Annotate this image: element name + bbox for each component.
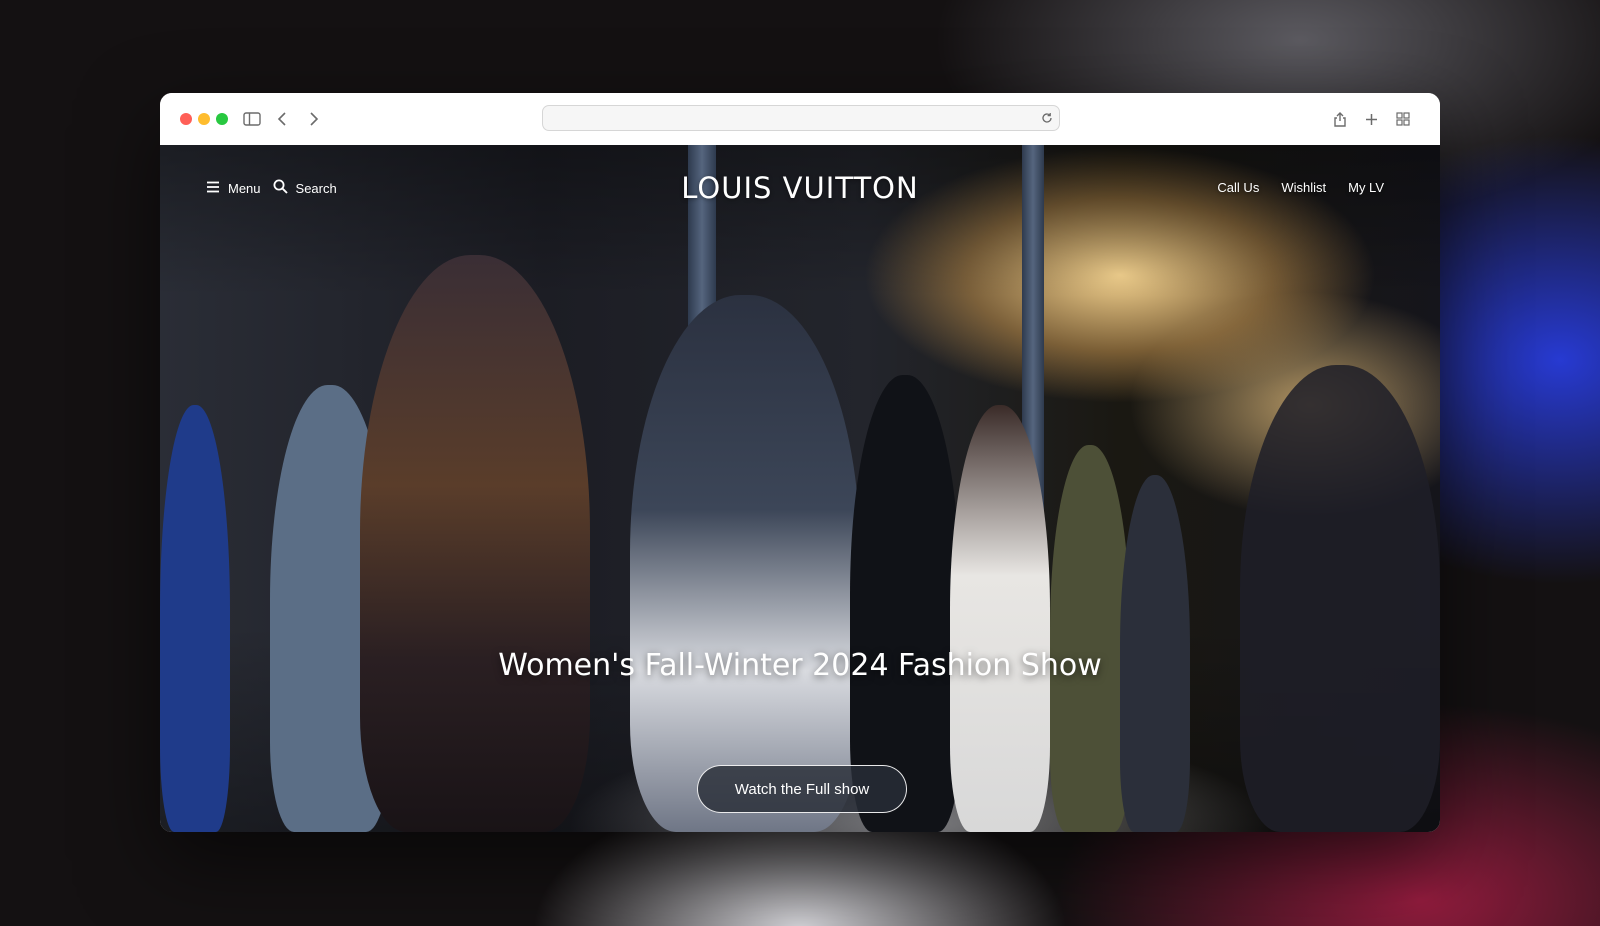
hero-banner: Menu Search LOUIS VUITTON Call Us Wishli… (160, 145, 1440, 832)
forward-icon[interactable] (304, 109, 324, 129)
address-bar[interactable] (542, 105, 1060, 131)
wishlist-link[interactable]: Wishlist (1281, 180, 1326, 195)
new-tab-icon[interactable] (1361, 109, 1381, 129)
minimize-window-button[interactable] (198, 113, 210, 125)
back-icon[interactable] (272, 109, 292, 129)
call-us-link[interactable]: Call Us (1217, 180, 1259, 195)
watch-full-show-button[interactable]: Watch the Full show (697, 765, 907, 813)
hero-title: Women's Fall-Winter 2024 Fashion Show (498, 648, 1102, 683)
browser-window: Menu Search LOUIS VUITTON Call Us Wishli… (160, 93, 1440, 832)
header-right-nav: Call Us Wishlist My LV (1217, 180, 1384, 195)
reload-icon[interactable] (1041, 111, 1053, 129)
tab-overview-icon[interactable] (1393, 109, 1413, 129)
my-lv-link[interactable]: My LV (1348, 180, 1384, 195)
close-window-button[interactable] (180, 113, 192, 125)
zoom-window-button[interactable] (216, 113, 228, 125)
browser-toolbar (160, 93, 1440, 146)
share-icon[interactable] (1330, 109, 1350, 129)
sidebar-icon[interactable] (242, 109, 262, 129)
